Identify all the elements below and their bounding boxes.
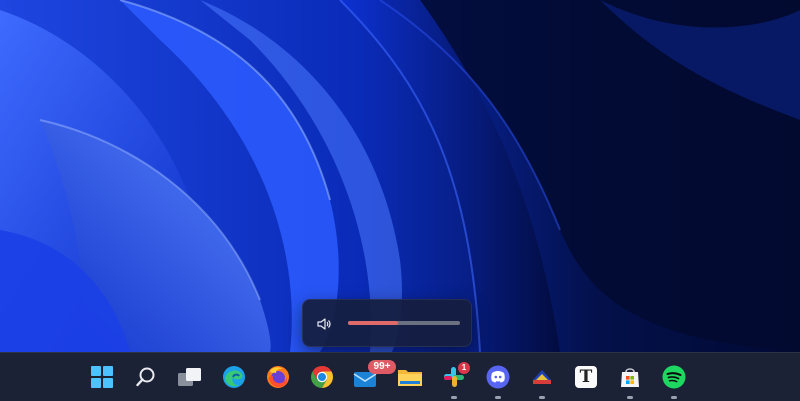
taskbar-typora[interactable]: T [570, 361, 602, 393]
speaker-icon[interactable] [316, 316, 332, 332]
taskbar-microsoft-store[interactable] [614, 361, 646, 399]
app-icon [530, 366, 554, 388]
taskbar-discord[interactable] [482, 361, 514, 399]
volume-slider-fill [348, 321, 399, 325]
windows-start-icon [91, 366, 113, 388]
file-explorer-icon [397, 366, 423, 388]
taskbar-chrome[interactable] [306, 361, 338, 393]
taskbar-mail[interactable]: 99+ [350, 360, 396, 393]
taskbar-firefox[interactable] [262, 361, 294, 393]
taskbar-edge[interactable] [218, 361, 250, 393]
running-indicator [451, 396, 457, 399]
chrome-icon [310, 365, 334, 389]
volume-slider[interactable] [348, 321, 460, 325]
search-icon [135, 366, 157, 388]
spotify-icon [662, 365, 686, 389]
typora-icon: T [575, 366, 597, 388]
running-indicator [539, 396, 545, 399]
taskbar: 99+ 1 T [0, 352, 800, 401]
task-view-button[interactable] [174, 361, 206, 393]
edge-icon [222, 365, 246, 389]
volume-flyout [302, 299, 472, 347]
typora-letter: T [579, 367, 593, 387]
microsoft-store-icon [618, 365, 642, 389]
running-indicator [671, 396, 677, 399]
search-button[interactable] [130, 361, 162, 393]
running-indicator [495, 396, 501, 399]
taskbar-spotify[interactable] [658, 361, 690, 399]
slack-notification-badge: 1 [458, 362, 470, 374]
discord-icon [486, 365, 510, 389]
mail-unread-badge: 99+ [368, 360, 396, 374]
running-indicator [627, 396, 633, 399]
task-view-icon [177, 366, 203, 388]
taskbar-app[interactable] [526, 361, 558, 399]
taskbar-slack[interactable]: 1 [438, 361, 470, 399]
firefox-icon [266, 365, 290, 389]
taskbar-file-explorer[interactable] [394, 361, 426, 393]
start-button[interactable] [86, 361, 118, 393]
